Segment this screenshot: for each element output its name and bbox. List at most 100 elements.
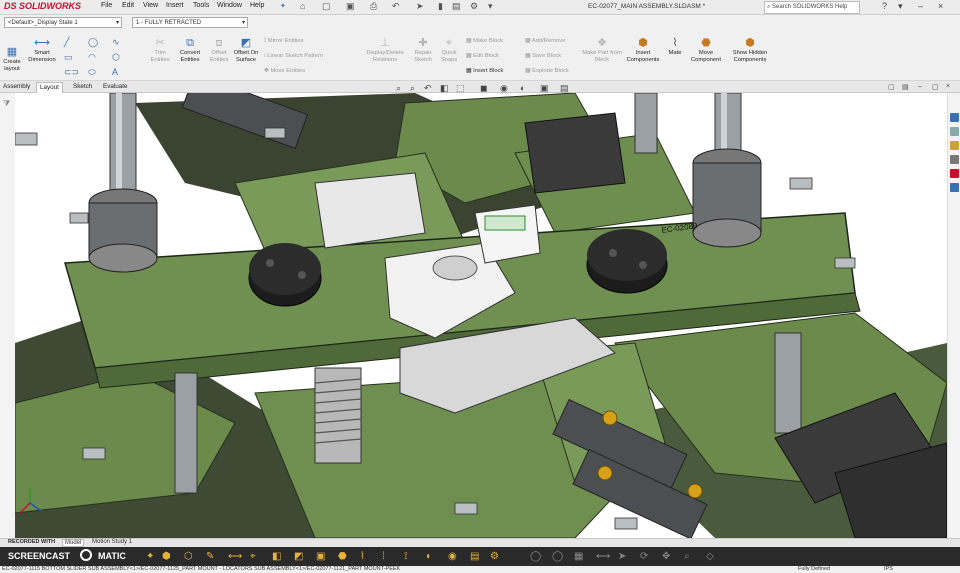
smart-dimension-button[interactable]: ⟷ Smart Dimension <box>25 37 59 63</box>
home-icon[interactable]: ⌂ <box>300 1 305 11</box>
zoom-to-fit-icon[interactable]: ⌕ <box>396 83 401 94</box>
explode-block-button[interactable]: ▦ Explode Block <box>525 68 569 74</box>
simulation-icon[interactable]: ◉ <box>448 551 457 562</box>
save-icon[interactable]: ▣ <box>346 1 355 12</box>
close-viewport-icon[interactable]: × <box>946 83 950 90</box>
circle-tool-icon[interactable]: ◯ <box>552 551 563 562</box>
help-icon[interactable]: ? <box>882 1 887 11</box>
display-state-select[interactable]: <Default>_Display State 1 ▾ <box>4 17 122 28</box>
render-icon[interactable]: ◐ <box>426 551 432 562</box>
maximize-viewport-icon[interactable]: ▢ <box>932 83 939 91</box>
show-hidden-components-button[interactable]: ⬢ Show Hidden Components <box>730 37 770 63</box>
mirror-icon[interactable]: ⟟ <box>404 551 408 562</box>
minimize-viewport-icon[interactable]: – <box>918 83 922 90</box>
pan-tool-icon[interactable]: ✥ <box>662 551 670 562</box>
zoom-to-area-icon[interactable]: ⌕ <box>410 83 415 94</box>
menu-file[interactable]: File <box>101 2 112 9</box>
sketch-icon[interactable]: ✎ <box>206 551 214 562</box>
section-view-icon[interactable]: ◧ <box>440 83 449 94</box>
tab-motion-study[interactable]: Motion Study 1 <box>90 539 134 545</box>
undo-icon[interactable]: ↶ <box>392 1 400 12</box>
select-icon[interactable]: ➤ <box>416 1 424 12</box>
design-library-icon[interactable] <box>950 127 959 136</box>
insert-block-button[interactable]: ▦ Insert Block <box>466 68 503 74</box>
file-properties-icon[interactable]: ▤ <box>452 1 461 12</box>
circle-icon[interactable]: ◯ <box>88 37 98 48</box>
convert-entities-button[interactable]: ⧉ Convert Entities <box>176 37 204 63</box>
more-icon[interactable]: ▾ <box>488 1 493 12</box>
snap-tool-icon[interactable]: ◯ <box>530 551 541 562</box>
ruler-tool-icon[interactable]: ⟷ <box>596 551 610 562</box>
spline-icon[interactable]: ∿ <box>112 37 120 48</box>
save-block-button[interactable]: ▦ Save Block <box>525 53 561 59</box>
file-explorer-icon[interactable] <box>950 141 959 150</box>
pattern-icon[interactable]: ⁞ <box>382 551 385 562</box>
tab-evaluate[interactable]: Evaluate <box>100 82 131 92</box>
move-component-button[interactable]: ⬣ Move Component <box>686 37 726 63</box>
record-icon[interactable] <box>80 549 92 561</box>
polygon-icon[interactable]: ⬡ <box>112 52 120 63</box>
traffic-light-icon[interactable]: ▮ <box>438 1 443 12</box>
feature-manager-collapsed[interactable]: ⧩ <box>0 93 16 538</box>
solidworks-logo[interactable]: DS SOLIDWORKS <box>4 1 81 11</box>
insert-components-button[interactable]: ⬢ Insert Components <box>622 37 664 63</box>
filter-icon[interactable]: ⧩ <box>3 99 10 109</box>
close-icon[interactable]: × <box>938 1 943 11</box>
custom-properties-icon[interactable] <box>950 183 959 192</box>
create-layout-button[interactable]: ▦ Create layout <box>1 46 23 72</box>
view-orientation-icon[interactable]: ⬚ <box>456 83 465 94</box>
hide-show-items-icon[interactable]: ◉ <box>500 83 508 94</box>
tile-viewport-icon[interactable]: ▤ <box>902 83 909 91</box>
zoom-tool-icon[interactable]: ⌕ <box>684 551 690 562</box>
make-block-button[interactable]: ▦ Make Block <box>466 38 503 44</box>
mate-icon[interactable]: ⌇ <box>360 551 365 562</box>
component-icon[interactable]: ▣ <box>316 551 325 562</box>
tool-icon[interactable]: ✦ <box>146 551 154 562</box>
menu-view[interactable]: View <box>143 2 158 9</box>
tab-sketch[interactable]: Sketch <box>70 82 95 92</box>
solidworks-resources-icon[interactable] <box>950 113 959 122</box>
rotate-tool-icon[interactable]: ⟳ <box>640 551 648 562</box>
text-icon[interactable]: A <box>112 67 118 77</box>
grid-tool-icon[interactable]: ▦ <box>574 551 583 562</box>
pin-icon[interactable]: ✦ <box>280 2 286 10</box>
minimize-icon[interactable]: – <box>918 1 923 11</box>
configuration-select[interactable]: 1 - FULLY RETRACTED ▾ <box>132 17 248 28</box>
previous-view-icon[interactable]: ↶ <box>424 83 432 94</box>
make-part-from-block-button[interactable]: ❖ Make Part from Block <box>582 37 622 63</box>
graphics-area[interactable]: EC-02089 <box>15 93 947 538</box>
arc-icon[interactable]: ◠ <box>88 52 96 63</box>
view-settings-icon[interactable]: ▤ <box>560 83 569 94</box>
options-gear-icon[interactable]: ⚙ <box>470 1 478 12</box>
mate-button[interactable]: ⌇ Mate <box>664 37 686 57</box>
new-document-icon[interactable]: ▢ <box>322 1 331 12</box>
tab-assembly[interactable]: Assembly <box>0 82 33 92</box>
menu-edit[interactable]: Edit <box>122 2 134 9</box>
linear-sketch-pattern-button[interactable]: ⁞ Linear Sketch Pattern <box>264 53 323 59</box>
scene-icon[interactable]: ▣ <box>540 83 549 94</box>
section-icon[interactable]: ◩ <box>294 551 303 562</box>
settings-icon[interactable]: ⚙ <box>490 551 499 562</box>
display-delete-relations-button[interactable]: ⊥ Display/Delete Relations <box>360 37 410 63</box>
measure-icon[interactable]: ⌖ <box>250 551 256 562</box>
print-icon[interactable]: ⎙ <box>370 1 377 12</box>
ellipse-icon[interactable]: ⬭ <box>88 67 96 78</box>
part-icon[interactable]: ⬢ <box>162 551 171 562</box>
move-entities-button[interactable]: ✥ Move Entities <box>264 68 305 74</box>
offset-on-surface-button[interactable]: ◩ Offset On Surface <box>233 37 259 63</box>
display-style-icon[interactable]: ◼ <box>480 83 487 94</box>
dimension-tool-icon[interactable]: ⟷ <box>228 551 242 562</box>
edit-appearance-icon[interactable]: ◐ <box>520 83 525 93</box>
menu-tools[interactable]: Tools <box>193 2 209 9</box>
add-remove-button[interactable]: ▦ Add/Remove <box>525 38 565 44</box>
tab-model[interactable]: Model <box>62 539 85 547</box>
explode-icon[interactable]: ⬣ <box>338 551 347 562</box>
units-selector[interactable]: IPS <box>884 566 893 573</box>
edit-block-button[interactable]: ▦ Edit Block <box>466 53 499 59</box>
tab-layout[interactable]: Layout <box>36 82 63 93</box>
mirror-entities-button[interactable]: ⟟ Mirror Entities <box>264 38 304 45</box>
appearances-icon[interactable] <box>950 169 959 178</box>
trim-entities-button[interactable]: ✂ Trim Entities <box>148 37 172 63</box>
help-dropdown-icon[interactable]: ▾ <box>898 1 903 12</box>
menu-insert[interactable]: Insert <box>166 2 184 9</box>
